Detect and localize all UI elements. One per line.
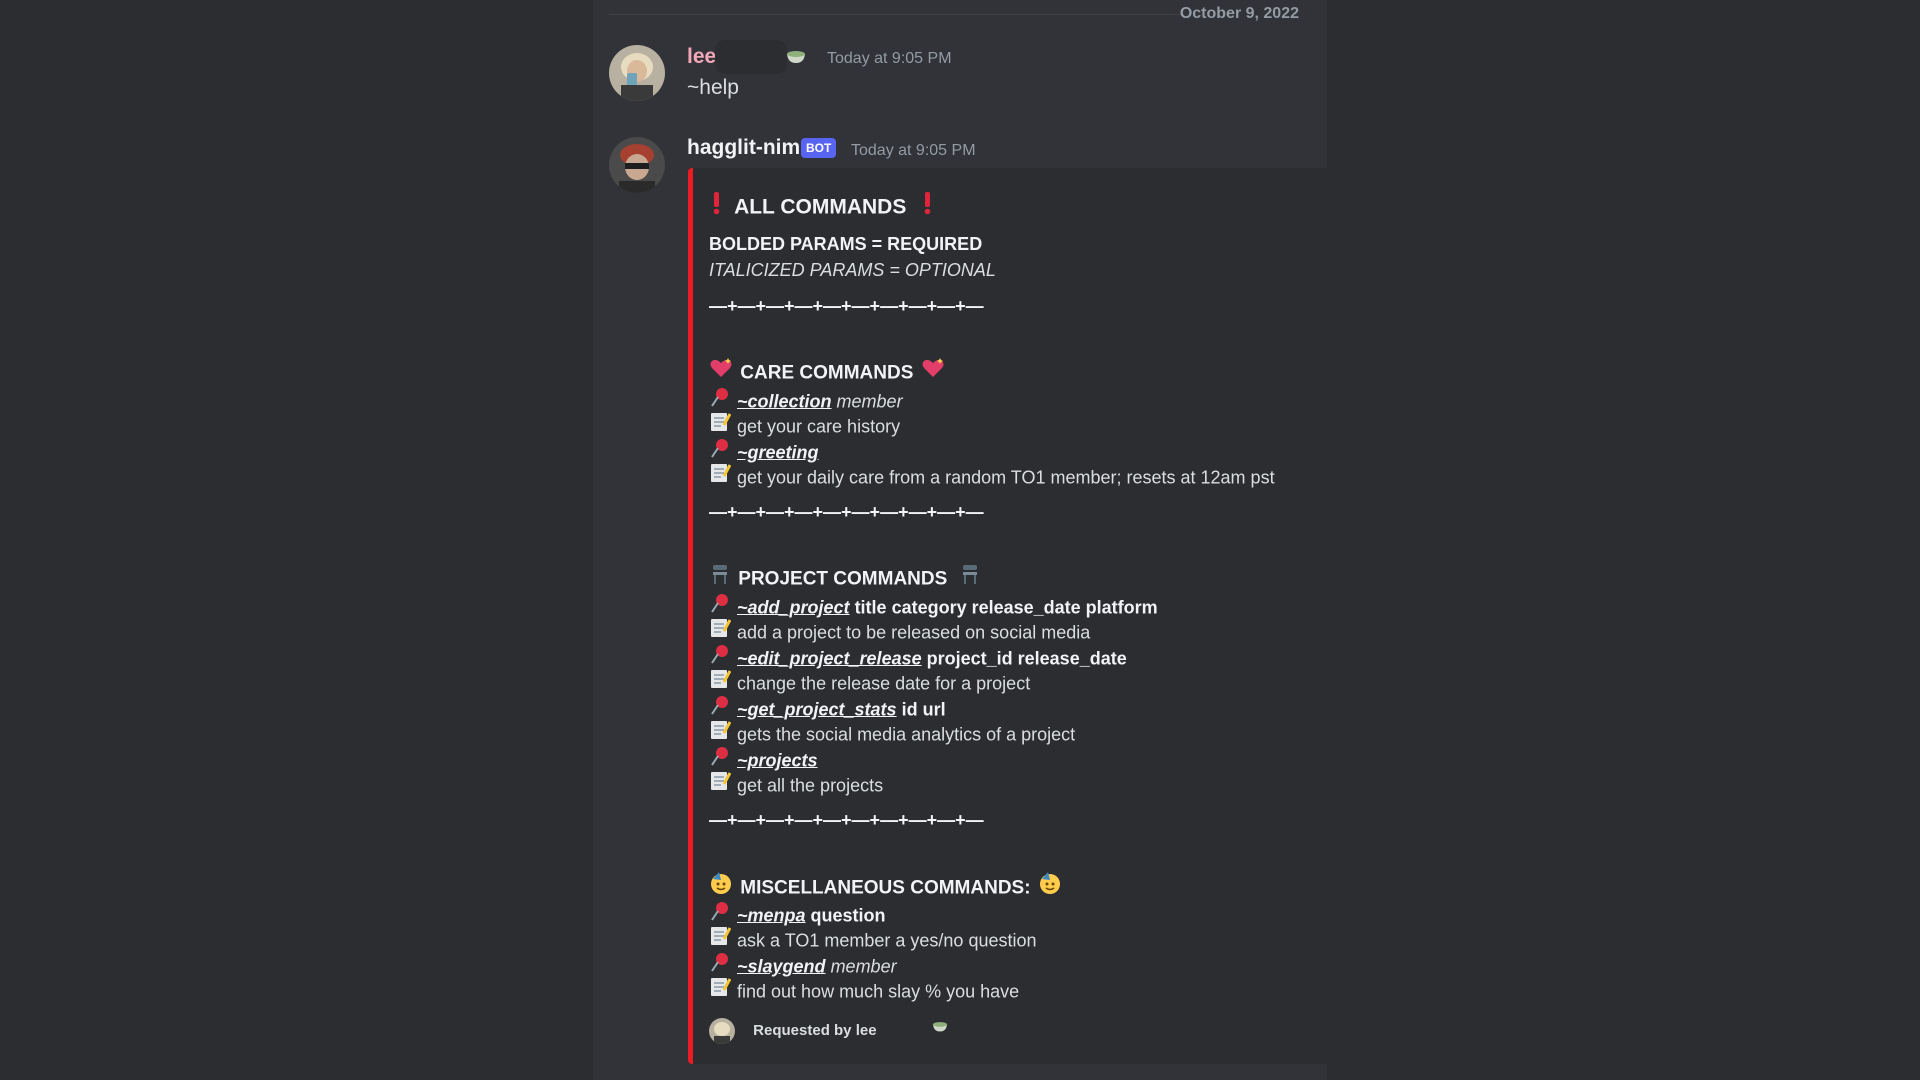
help-embed: ALL COMMANDS BOLDED PARAMS = REQUIRED IT… — [688, 168, 1400, 1064]
separator: —+—+—+—+—+—+—+—+—+— — [709, 296, 984, 316]
misc-heading: MISCELLANEOUS COMMANDS: — [740, 877, 1031, 899]
memo-icon — [709, 719, 732, 748]
chat-area: October 9, 2022 lee Today at 9:05 PM ~he… — [593, 0, 1400, 1080]
date-divider: October 9, 2022 — [609, 0, 1313, 30]
command-params: question — [810, 905, 886, 926]
command-row: ~menpa question — [709, 902, 886, 927]
footer-avatar — [709, 1018, 735, 1045]
sparkling-heart-icon — [921, 357, 945, 386]
embed-title-row: ALL COMMANDS — [709, 191, 940, 221]
command-row: ~add_project title category release_date… — [709, 594, 1158, 619]
command-desc-row: add a project to be released on social m… — [709, 619, 1090, 644]
command-description: change the release date for a project — [737, 673, 1031, 694]
command-name[interactable]: ~edit_project_release — [737, 648, 922, 668]
left-sidebar-region — [0, 0, 593, 1080]
command-name[interactable]: ~greeting — [737, 442, 819, 462]
avatar-lee[interactable] — [609, 45, 665, 101]
project-heading-row: PROJECT COMMANDS — [709, 565, 987, 590]
separator: —+—+—+—+—+—+—+—+—+— — [709, 502, 984, 522]
command-params: member — [830, 956, 897, 977]
message-text: ~help — [687, 76, 739, 99]
command-params: member — [836, 391, 903, 412]
command-description: add a project to be released on social m… — [737, 622, 1091, 643]
divider-line — [609, 14, 1183, 15]
command-desc-row: find out how much slay % you have — [709, 978, 1019, 1003]
embed-footer: Requested by lee — [709, 1016, 955, 1046]
command-name[interactable]: ~add_project — [737, 597, 850, 617]
chair-icon — [959, 563, 981, 592]
avatar-hagglit-nim[interactable] — [609, 137, 665, 193]
partying-face-icon — [709, 871, 733, 902]
username-lee[interactable]: lee — [687, 45, 716, 69]
command-description: get all the projects — [737, 775, 884, 796]
command-name[interactable]: ~slaygend — [737, 956, 826, 976]
divider-date: October 9, 2022 — [1179, 5, 1299, 22]
command-desc-row: get your care history — [709, 413, 900, 438]
command-description: get your care history — [737, 416, 901, 437]
command-name[interactable]: ~projects — [737, 750, 818, 770]
command-params: id url — [901, 699, 946, 720]
legend-bold: BOLDED PARAMS = REQUIRED — [709, 234, 983, 254]
memo-icon — [709, 668, 732, 697]
command-desc-row: get your daily care from a random TO1 me… — [709, 464, 1275, 489]
misc-heading-row: MISCELLANEOUS COMMANDS: — [709, 872, 1068, 899]
command-desc-row: get all the projects — [709, 772, 883, 797]
command-description: get your daily care from a random TO1 me… — [737, 467, 1275, 488]
timestamp-bot: Today at 9:05 PM — [851, 142, 976, 159]
command-description: ask a TO1 member a yes/no question — [737, 930, 1037, 951]
timestamp-lee: Today at 9:05 PM — [827, 50, 952, 67]
legend-italic: ITALICIZED PARAMS = OPTIONAL — [709, 260, 996, 280]
command-row: ~greeting — [709, 439, 819, 464]
redacted-name — [715, 40, 787, 74]
embed-title: ALL COMMANDS — [734, 195, 907, 219]
command-row: ~projects — [709, 747, 818, 772]
care-heading: CARE COMMANDS — [740, 362, 914, 384]
command-name[interactable]: ~menpa — [737, 905, 806, 925]
sparkling-heart-icon — [709, 357, 733, 386]
memo-icon — [709, 617, 732, 646]
command-desc-row: ask a TO1 member a yes/no question — [709, 927, 1037, 952]
footer-text: Requested by lee — [753, 1022, 877, 1039]
command-description: gets the social media analytics of a pro… — [737, 724, 1076, 745]
command-params: title category release_date platform — [854, 597, 1158, 618]
command-row: ~get_project_stats id url — [709, 696, 946, 721]
memo-icon — [709, 976, 732, 1005]
partying-face-icon — [1038, 871, 1062, 902]
bowl-icon — [785, 47, 807, 70]
command-desc-row: gets the social media analytics of a pro… — [709, 721, 1075, 746]
embed-content: ALL COMMANDS BOLDED PARAMS = REQUIRED IT… — [709, 168, 1388, 1064]
separator: —+—+—+—+—+—+—+—+—+— — [709, 810, 984, 830]
memo-icon — [709, 462, 732, 491]
project-heading: PROJECT COMMANDS — [738, 568, 948, 590]
red-exclamation-icon — [920, 191, 934, 221]
command-params: project_id release_date — [926, 648, 1127, 669]
chair-icon — [709, 563, 731, 592]
command-row: ~edit_project_release project_id release… — [709, 645, 1127, 670]
right-sidebar-region — [1327, 0, 1920, 1080]
command-description: find out how much slay % you have — [737, 981, 1020, 1002]
username-bot[interactable]: hagglit-nim — [687, 136, 800, 160]
command-desc-row: change the release date for a project — [709, 670, 1030, 695]
memo-icon — [709, 770, 732, 799]
command-row: ~collection member — [709, 388, 903, 413]
memo-icon — [709, 925, 732, 954]
care-heading-row: CARE COMMANDS — [709, 357, 951, 386]
command-name[interactable]: ~collection — [737, 391, 832, 411]
command-row: ~slaygend member — [709, 953, 897, 978]
bowl-icon — [931, 1014, 949, 1044]
memo-icon — [709, 411, 732, 440]
bot-tag: BOT — [801, 138, 837, 158]
command-name[interactable]: ~get_project_stats — [737, 699, 897, 719]
red-exclamation-icon — [709, 191, 723, 221]
